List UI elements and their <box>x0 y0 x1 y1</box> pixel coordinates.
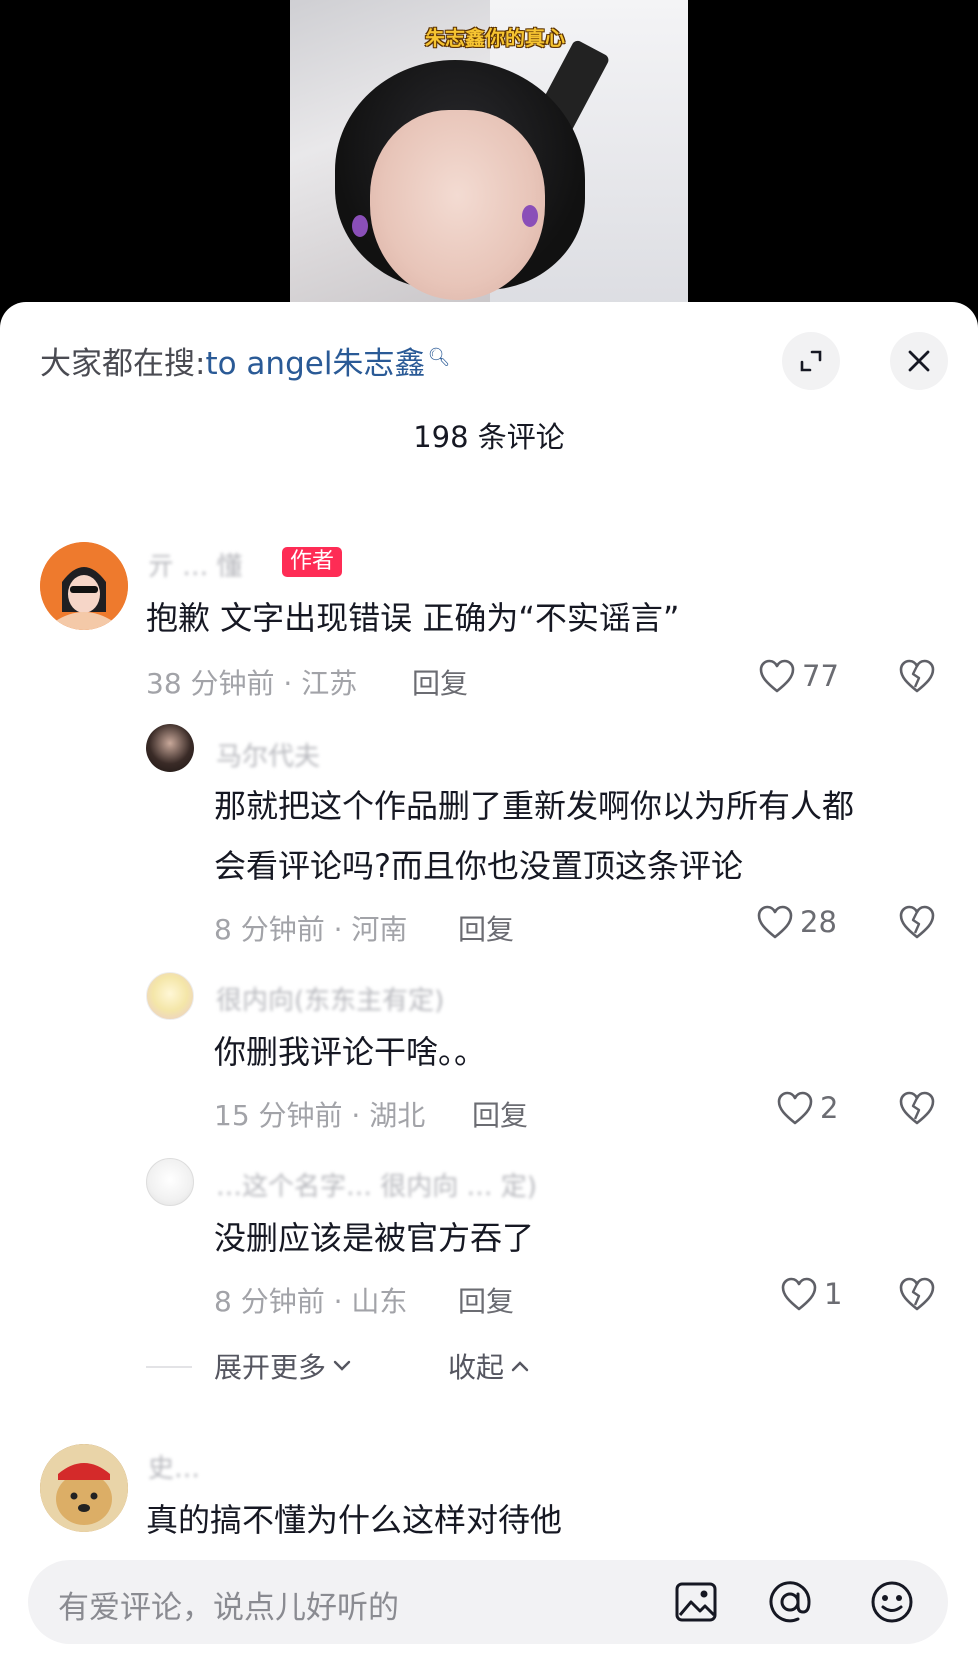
heart-icon <box>757 905 793 939</box>
comment-nickname[interactable]: 史… <box>148 1448 200 1485</box>
dislike-button[interactable] <box>898 1276 936 1316</box>
like-count: 1 <box>824 1277 843 1311</box>
comment-nickname[interactable]: 马尔代夫 <box>216 736 320 773</box>
image-button[interactable] <box>672 1578 720 1626</box>
comment-nickname[interactable]: 亓 … 懂 <box>148 546 243 583</box>
at-icon <box>769 1581 811 1623</box>
like-button[interactable]: 1 <box>780 1276 842 1312</box>
like-button[interactable]: 77 <box>758 658 839 694</box>
author-badge: 作者 <box>282 547 343 577</box>
expand-more-button[interactable]: 展开更多 <box>214 1346 352 1386</box>
avatar[interactable] <box>40 1444 128 1532</box>
video-player[interactable]: 朱志鑫你的真心 <box>0 0 978 320</box>
search-icon: 🔍︎ <box>427 346 451 368</box>
expand-icon <box>800 350 822 372</box>
comment-input-bar[interactable]: 有爱评论，说点儿好听的 <box>28 1560 948 1644</box>
comment-sheet: 大家都在搜:to angel朱志鑫 🔍︎ 198 条评论 <box>0 302 978 1658</box>
video-caption: 朱志鑫你的真心 <box>425 26 565 50</box>
search-suggestion-term[interactable]: to angel朱志鑫 <box>205 346 425 382</box>
reply-button[interactable]: 回复 <box>412 662 468 702</box>
chevron-down-icon <box>333 1360 351 1371</box>
search-suggestion[interactable]: 大家都在搜:to angel朱志鑫 🔍︎ <box>40 338 450 383</box>
comment-input[interactable]: 有爱评论，说点儿好听的 <box>58 1582 399 1627</box>
comment-text[interactable]: 你删我评论干啥。。 <box>214 1024 486 1080</box>
comment-meta: 38 分钟前 · 江苏 <box>146 667 358 700</box>
like-count: 77 <box>802 659 839 693</box>
emoji-button[interactable] <box>868 1578 916 1626</box>
reply-button[interactable]: 回复 <box>458 1280 514 1320</box>
collapse-button[interactable]: 收起 <box>448 1346 530 1386</box>
like-count: 28 <box>800 905 837 939</box>
avatar[interactable] <box>146 1158 194 1206</box>
emoji-icon <box>871 1581 913 1623</box>
avatar[interactable] <box>146 972 194 1020</box>
comment-text[interactable]: 真的搞不懂为什么这样对待他 <box>146 1492 562 1548</box>
comment-text-line-2[interactable]: 会看评论吗?而且你也没置顶这条评论 <box>214 838 743 894</box>
like-count: 2 <box>820 1091 839 1125</box>
video-earring-right <box>522 205 538 227</box>
video-face <box>370 110 545 300</box>
comment-text[interactable]: 没删应该是被官方吞了 <box>214 1210 534 1266</box>
close-icon <box>908 350 930 372</box>
image-icon <box>675 1582 717 1622</box>
mention-button[interactable] <box>766 1578 814 1626</box>
comment-meta: 8 分钟前 · 河南 <box>214 913 408 946</box>
reply-button[interactable]: 回复 <box>458 908 514 948</box>
chevron-up-icon <box>511 1361 529 1372</box>
comment-nickname[interactable]: …这个名字… 很内向 … 定) <box>216 1166 537 1203</box>
comment-nickname[interactable]: 很内向(东东主有定) <box>216 980 444 1017</box>
avatar-illustration <box>40 542 128 630</box>
broken-heart-icon <box>899 1091 935 1125</box>
video-earring-left <box>352 215 368 237</box>
thread-divider <box>146 1366 192 1368</box>
comment-meta: 15 分钟前 · 湖北 <box>214 1099 426 1132</box>
avatar[interactable] <box>146 724 194 772</box>
comment-text-line-1[interactable]: 那就把这个作品删了重新发啊你以为所有人都 <box>214 778 854 834</box>
heart-icon <box>777 1091 813 1125</box>
dislike-button[interactable] <box>898 1090 936 1130</box>
search-suggestion-prefix: 大家都在搜: <box>40 346 206 382</box>
broken-heart-icon <box>899 1277 935 1311</box>
close-button[interactable] <box>890 332 948 390</box>
expand-button[interactable] <box>782 332 840 390</box>
collapse-label: 收起 <box>448 1351 505 1384</box>
comment-meta: 8 分钟前 · 山东 <box>214 1285 408 1318</box>
dislike-button[interactable] <box>898 904 936 944</box>
heart-icon <box>781 1277 817 1311</box>
comment-text[interactable]: 抱歉 文字出现错误 正确为“不实谣言” <box>146 590 680 646</box>
broken-heart-icon <box>899 659 935 693</box>
heart-icon <box>759 659 795 693</box>
avatar[interactable] <box>40 542 128 630</box>
avatar-illustration <box>40 1444 128 1532</box>
broken-heart-icon <box>899 905 935 939</box>
expand-more-label: 展开更多 <box>214 1351 327 1384</box>
video-frame: 朱志鑫你的真心 <box>290 0 688 310</box>
reply-button[interactable]: 回复 <box>472 1094 528 1134</box>
like-button[interactable]: 2 <box>776 1090 838 1126</box>
comment-count-title: 198 条评论 <box>413 420 565 454</box>
dislike-button[interactable] <box>898 658 936 698</box>
like-button[interactable]: 28 <box>756 904 837 940</box>
